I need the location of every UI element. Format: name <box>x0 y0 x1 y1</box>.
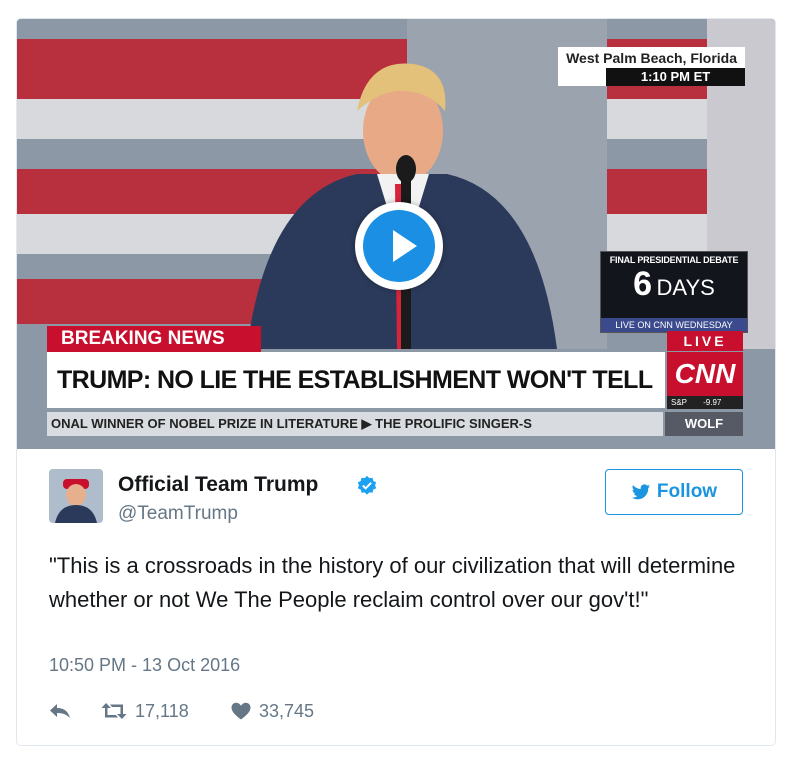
display-name[interactable]: Official Team Trump <box>118 473 318 497</box>
video-media[interactable]: West Palm Beach, Florida 1:10 PM ET FINA… <box>17 19 775 449</box>
debate-subtitle: LIVE ON CNN WEDNESDAY <box>601 318 747 332</box>
tweet-text: "This is a crossroads in the history of … <box>49 553 736 612</box>
like-button[interactable]: 33,745 <box>231 701 314 722</box>
days-word: DAYS <box>656 275 715 300</box>
cnn-logo: CNN <box>667 352 743 396</box>
twitter-bird-icon <box>631 483 651 499</box>
debate-countdown-box: FINAL PRESIDENTIAL DEBATE 6 DAYS LIVE ON… <box>600 251 748 333</box>
reply-button[interactable] <box>49 703 101 719</box>
location-bug: West Palm Beach, Florida 1:10 PM ET <box>558 47 745 86</box>
verified-badge-icon <box>357 475 377 495</box>
reply-icon <box>50 704 70 718</box>
retweet-button[interactable]: 17,118 <box>101 701 231 722</box>
avatar[interactable] <box>49 469 103 523</box>
news-ticker: ONAL WINNER OF NOBEL PRIZE IN LITERATURE… <box>47 412 663 436</box>
follow-button[interactable]: Follow <box>605 469 743 515</box>
show-name: WOLF <box>665 412 743 436</box>
follow-label: Follow <box>656 481 718 502</box>
market-ticker: S&P -9.97 <box>667 396 743 409</box>
tweet-timestamp[interactable]: 10:50 PM - 13 Oct 2016 <box>49 655 240 676</box>
heart-icon <box>231 702 251 720</box>
time-text: 1:10 PM ET <box>606 68 745 86</box>
days-number: 6 <box>633 265 653 303</box>
sp-value: -9.97 <box>703 398 722 407</box>
like-count: 33,745 <box>259 700 315 721</box>
location-text: West Palm Beach, Florida <box>566 50 737 66</box>
retweet-icon <box>101 703 127 719</box>
embedded-tweet-card: West Palm Beach, Florida 1:10 PM ET FINA… <box>16 18 776 746</box>
live-badge: LIVE <box>667 331 743 351</box>
tweet-actions: 17,118 33,745 <box>49 699 314 723</box>
sp-label: S&P <box>671 398 687 407</box>
user-handle[interactable]: @TeamTrump <box>118 503 238 525</box>
avatar-image <box>49 469 103 523</box>
retweet-count: 17,118 <box>135 700 189 721</box>
play-icon <box>363 210 435 282</box>
play-button[interactable] <box>355 202 443 290</box>
breaking-news-label: BREAKING NEWS <box>47 326 261 352</box>
debate-title: FINAL PRESIDENTIAL DEBATE <box>609 255 739 265</box>
debate-days: 6 DAYS <box>601 267 747 301</box>
chyron-headline: TRUMP: NO LIE THE ESTABLISHMENT WON'T TE… <box>47 352 665 408</box>
